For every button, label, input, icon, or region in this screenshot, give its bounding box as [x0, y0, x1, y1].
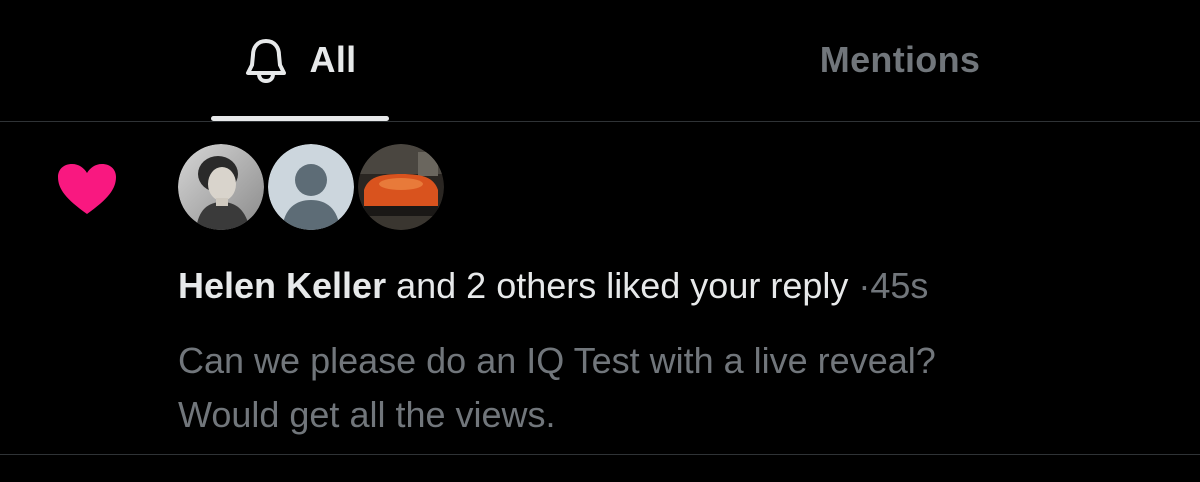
notification-action: and 2 others liked your reply	[396, 265, 849, 306]
quote-line: Can we please do an IQ Test with a live …	[178, 340, 936, 381]
tab-all[interactable]: All	[0, 0, 600, 121]
liker-avatars	[178, 144, 444, 230]
active-tab-indicator	[211, 116, 389, 121]
notifications-tabs: All Mentions	[0, 0, 1200, 122]
quote-line: Would get all the views.	[178, 394, 556, 435]
notifications-page: All Mentions Helen Keller and 2 others l…	[0, 0, 1200, 482]
timestamp: 45s	[870, 265, 929, 306]
actor-name[interactable]: Helen Keller	[178, 265, 386, 306]
tab-mentions-label: Mentions	[819, 38, 981, 80]
quoted-reply[interactable]: Can we please do an IQ Test with a live …	[178, 334, 1178, 442]
avatar[interactable]	[358, 144, 444, 230]
bell-icon	[244, 37, 288, 83]
notification-summary: Helen Keller and 2 others liked your rep…	[178, 264, 928, 308]
tab-all-label: All	[309, 38, 357, 80]
avatar[interactable]	[178, 144, 264, 230]
separator-dot: ·	[858, 265, 871, 306]
avatar[interactable]	[268, 144, 354, 230]
heart-icon	[56, 162, 118, 221]
like-notification[interactable]: Helen Keller and 2 others liked your rep…	[0, 122, 1200, 455]
tab-mentions[interactable]: Mentions	[600, 0, 1200, 121]
